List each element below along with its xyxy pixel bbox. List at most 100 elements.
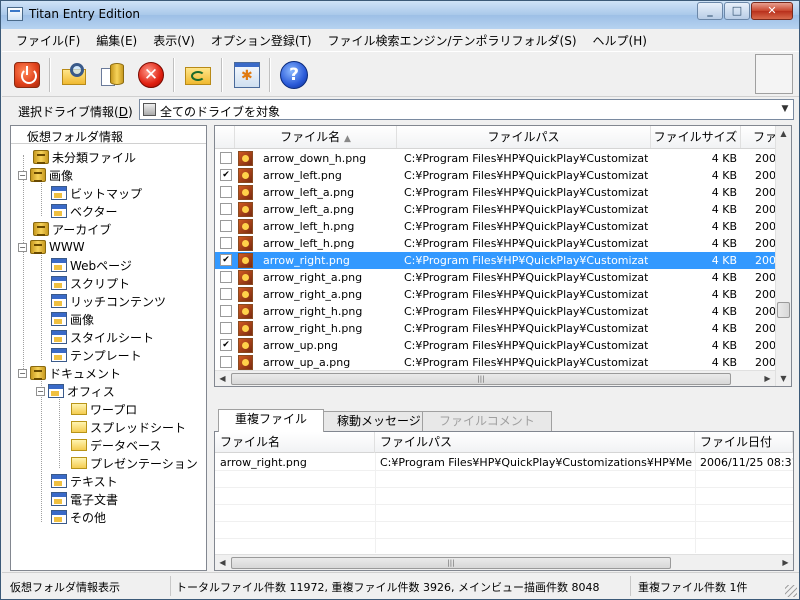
tree-node-images[interactable]: − 画像 bbox=[18, 166, 73, 184]
minimize-button[interactable]: _ bbox=[697, 2, 723, 20]
scroll-thumb[interactable] bbox=[777, 302, 790, 318]
exit-button[interactable] bbox=[10, 58, 44, 92]
file-row[interactable]: arrow_left_h.png C:¥Program Files¥HP¥Quic… bbox=[215, 218, 783, 235]
scroll-right-icon[interactable]: ▶ bbox=[760, 371, 775, 386]
database-button[interactable] bbox=[96, 58, 130, 92]
row-checkbox[interactable] bbox=[220, 186, 232, 198]
file-list-vscrollbar[interactable]: ▲ ▼ bbox=[775, 126, 791, 386]
tab-activity-messages[interactable]: 稼動メッセージ bbox=[320, 411, 438, 431]
row-checkbox[interactable]: ✔ bbox=[220, 254, 232, 266]
row-checkbox[interactable] bbox=[220, 237, 232, 249]
row-checkbox[interactable] bbox=[220, 220, 232, 232]
stop-button[interactable]: ✕ bbox=[134, 58, 168, 92]
tree-node-rich-content[interactable]: リッチコンテンツ bbox=[51, 292, 166, 310]
column-filename[interactable]: ファイル名 ▲ bbox=[235, 126, 397, 148]
refresh-button[interactable] bbox=[182, 58, 216, 92]
duplicate-row[interactable]: arrow_right.png C:¥Program Files¥HP¥Quick… bbox=[215, 454, 793, 471]
drive-select[interactable]: 全てのドライブを対象 ▼ bbox=[139, 99, 794, 120]
tree-node-office[interactable]: − オフィス bbox=[36, 382, 115, 400]
tree-node-ebook[interactable]: 電子文書 bbox=[51, 490, 118, 508]
row-checkbox[interactable] bbox=[220, 288, 232, 300]
file-row[interactable]: arrow_up_a.png C:¥Program Files¥HP¥QuickP… bbox=[215, 354, 783, 371]
menu-view[interactable]: 表示(V) bbox=[145, 32, 203, 49]
help-button[interactable]: ? bbox=[277, 58, 311, 92]
tree-node-bitmap[interactable]: ビットマップ bbox=[51, 184, 142, 202]
tree-node-vector[interactable]: ベクター bbox=[51, 202, 118, 220]
menu-file[interactable]: ファイル(F) bbox=[8, 32, 88, 49]
tree-node-script[interactable]: スクリプト bbox=[51, 274, 130, 292]
scroll-down-icon[interactable]: ▼ bbox=[776, 371, 791, 386]
tree-node-template[interactable]: テンプレート bbox=[51, 346, 142, 364]
collapse-icon[interactable]: − bbox=[36, 386, 45, 396]
tree-node-label: プレゼンテーション bbox=[90, 456, 198, 471]
tree-node-archive[interactable]: アーカイブ bbox=[33, 220, 111, 238]
row-checkbox[interactable] bbox=[220, 152, 232, 164]
column-filesize[interactable]: ファイルサイズ bbox=[651, 126, 741, 148]
tree-node-presentation[interactable]: プレゼンテーション bbox=[71, 454, 198, 472]
tree-node-database[interactable]: データベース bbox=[71, 436, 161, 454]
maximize-button[interactable]: □ bbox=[724, 2, 750, 20]
file-row[interactable]: ✔ arrow_left.png C:¥Program Files¥HP¥Quick… bbox=[215, 167, 783, 184]
collapse-icon[interactable]: − bbox=[18, 368, 27, 378]
file-row[interactable]: arrow_right_h.png C:¥Program Files¥HP¥Qui… bbox=[215, 303, 783, 320]
scroll-left-icon[interactable]: ◀ bbox=[215, 555, 230, 570]
tree-node-document[interactable]: − ドキュメント bbox=[18, 364, 121, 382]
duplicate-hscrollbar[interactable]: ◀ ||| ▶ bbox=[215, 554, 793, 570]
row-checkbox[interactable] bbox=[220, 203, 232, 215]
file-row[interactable]: arrow_down_h.png C:¥Program Files¥HP¥Quic… bbox=[215, 150, 783, 167]
file-list-hscrollbar[interactable]: ◀ ||| ▶ bbox=[215, 370, 775, 386]
tree-node-webpage[interactable]: Webページ bbox=[51, 256, 132, 274]
file-row[interactable]: arrow_left_a.png C:¥Program Files¥HP¥Quic… bbox=[215, 184, 783, 201]
scroll-thumb[interactable]: ||| bbox=[231, 557, 671, 569]
column-dup-filename[interactable]: ファイル名 bbox=[215, 432, 375, 453]
row-checkbox[interactable] bbox=[220, 356, 232, 368]
tree-node-unclassified[interactable]: 未分類ファイル bbox=[33, 148, 136, 166]
column-filepath[interactable]: ファイルパス bbox=[397, 126, 651, 148]
collapse-icon[interactable]: − bbox=[18, 242, 27, 252]
file-row[interactable]: arrow_right_h.png C:¥Program Files¥HP¥Qui… bbox=[215, 320, 783, 337]
chevron-down-icon[interactable]: ▼ bbox=[777, 100, 793, 119]
minimize-icon: _ bbox=[707, 4, 713, 17]
row-checkbox[interactable] bbox=[220, 271, 232, 283]
column-check[interactable] bbox=[215, 126, 235, 148]
row-checkbox[interactable] bbox=[220, 322, 232, 334]
scroll-up-icon[interactable]: ▲ bbox=[776, 126, 791, 141]
scroll-left-icon[interactable]: ◀ bbox=[215, 371, 230, 386]
scroll-right-icon[interactable]: ▶ bbox=[778, 555, 793, 570]
search-button[interactable] bbox=[58, 58, 92, 92]
file-row[interactable]: arrow_left_a.png C:¥Program Files¥HP¥Quic… bbox=[215, 201, 783, 218]
row-checkbox[interactable] bbox=[220, 305, 232, 317]
column-dup-filedate[interactable]: ファイル日付 bbox=[695, 432, 793, 453]
file-name: arrow_right_h.png bbox=[263, 322, 363, 335]
file-size: 4 KB bbox=[711, 305, 737, 318]
resize-grip[interactable] bbox=[785, 585, 797, 597]
file-row[interactable]: arrow_left_h.png C:¥Program Files¥HP¥Quic… bbox=[215, 235, 783, 252]
file-row[interactable]: ✔ arrow_up.png C:¥Program Files¥HP¥QuickPl… bbox=[215, 337, 783, 354]
file-row[interactable]: arrow_right_a.png C:¥Program Files¥HP¥Qui… bbox=[215, 269, 783, 286]
title-bar[interactable]: Titan Entry Edition _ □ ✕ bbox=[1, 1, 799, 29]
menu-options[interactable]: オプション登録(T) bbox=[203, 32, 320, 49]
close-button[interactable]: ✕ bbox=[751, 2, 793, 20]
menu-edit[interactable]: 編集(E) bbox=[88, 32, 145, 49]
file-list-header: ファイル名 ▲ ファイルパス ファイルサイズ ファ bbox=[215, 126, 791, 149]
collapse-icon[interactable]: − bbox=[18, 170, 27, 180]
tree-node-spreadsheet[interactable]: スプレッドシート bbox=[71, 418, 186, 436]
app-icon[interactable] bbox=[7, 7, 23, 21]
tree-node-www-images[interactable]: 画像 bbox=[51, 310, 94, 328]
row-checkbox[interactable]: ✔ bbox=[220, 339, 232, 351]
row-checkbox[interactable]: ✔ bbox=[220, 169, 232, 181]
tree-node-wordprocessor[interactable]: ワープロ bbox=[71, 400, 137, 418]
tab-duplicate-files[interactable]: 重複ファイル bbox=[218, 409, 325, 432]
settings-button[interactable] bbox=[230, 58, 264, 92]
scroll-thumb[interactable]: ||| bbox=[231, 373, 731, 385]
file-row[interactable]: arrow_right_a.png C:¥Program Files¥HP¥Qui… bbox=[215, 286, 783, 303]
tree-node-stylesheet[interactable]: スタイルシート bbox=[51, 328, 154, 346]
file-path: C:¥Program Files¥HP¥QuickPlay¥Customizat… bbox=[404, 169, 648, 182]
tree-node-other[interactable]: その他 bbox=[51, 508, 106, 526]
menu-search-engine[interactable]: ファイル検索エンジン/テンポラリフォルダ(S) bbox=[320, 32, 585, 49]
menu-help[interactable]: ヘルプ(H) bbox=[585, 32, 655, 49]
column-dup-filepath[interactable]: ファイルパス bbox=[375, 432, 695, 453]
tree-node-text[interactable]: テキスト bbox=[51, 472, 118, 490]
file-row[interactable]: ✔ arrow_right.png C:¥Program Files¥HP¥Quic… bbox=[215, 252, 783, 269]
tree-node-www[interactable]: − WWW bbox=[18, 238, 85, 256]
